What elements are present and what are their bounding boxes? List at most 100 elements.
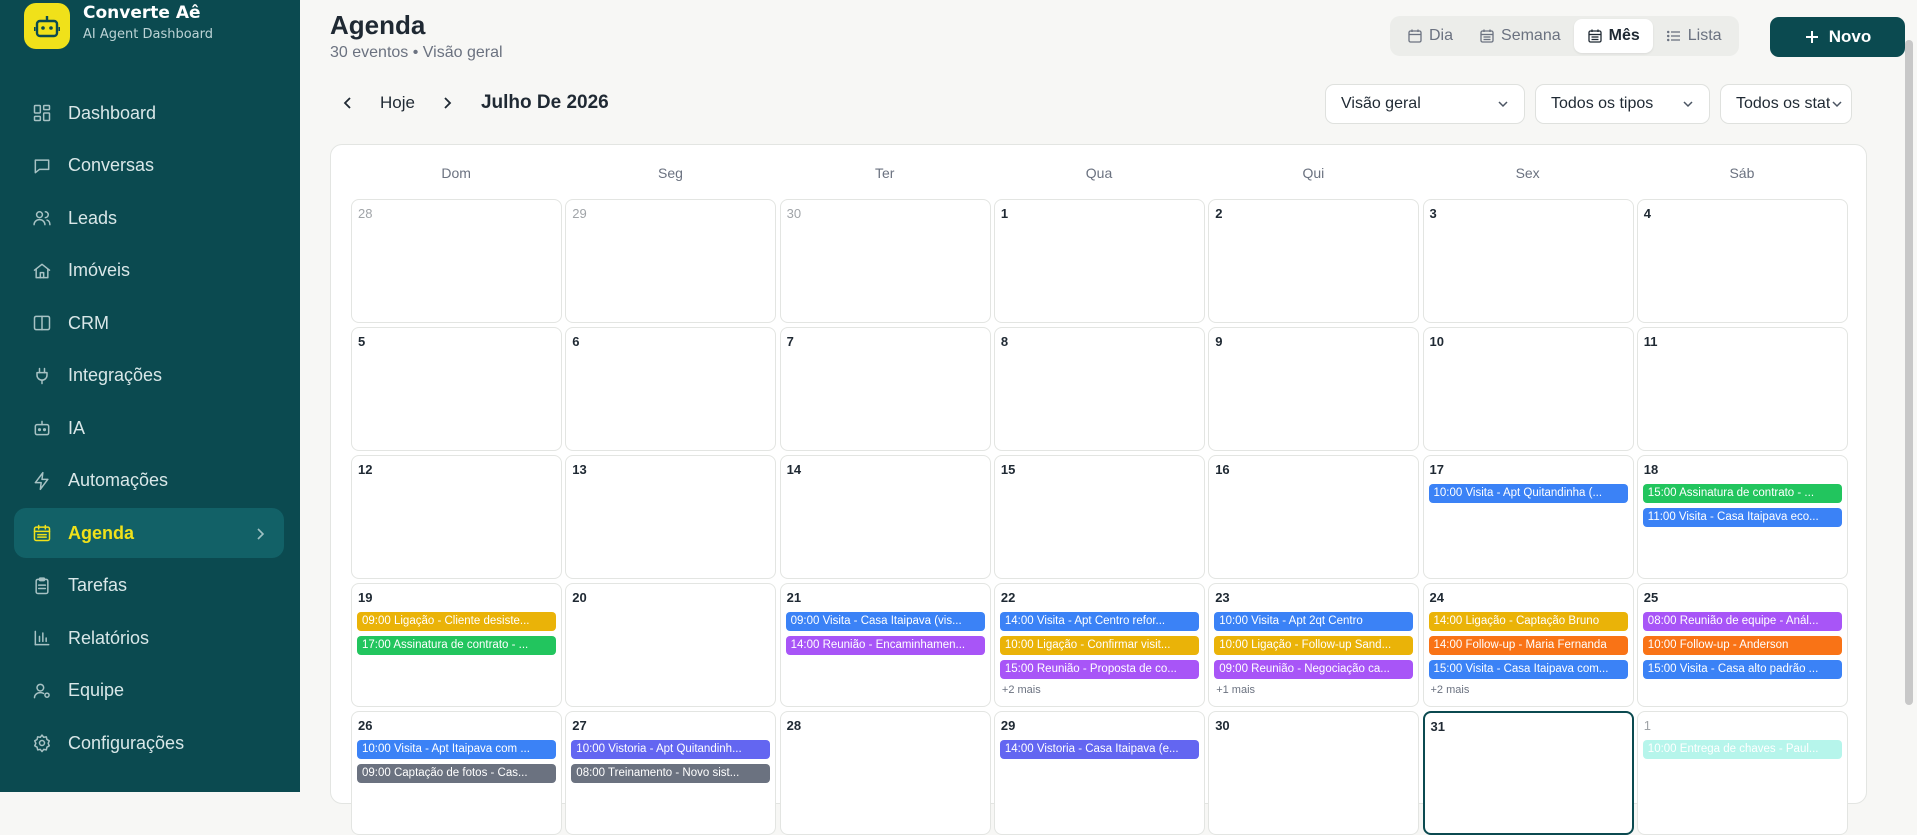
more-events-link[interactable]: +1 mais (1216, 684, 1255, 696)
calendar-event[interactable]: 11:00 Visita - Casa Itaipava eco... (1642, 508, 1842, 527)
day-cell[interactable]: 24 14:00 Ligação - Captação Bruno 14:00 Fo… (1422, 583, 1634, 707)
day-cell[interactable]: 7 (779, 327, 991, 451)
day-cell[interactable]: 31 (1422, 711, 1634, 835)
view-filter-select[interactable]: Visão geral (1325, 84, 1525, 124)
calendar-event[interactable]: 15:00 Assinatura de contrato - ... (1642, 484, 1842, 503)
type-filter-select[interactable]: Todos os tipos (1535, 84, 1710, 124)
calendar-event[interactable]: 14:00 Follow-up - Maria Fernanda (1428, 636, 1628, 655)
chevron-down-icon (1832, 101, 1842, 108)
view-mes-button[interactable]: Mês (1573, 19, 1653, 53)
day-cell[interactable]: 21 09:00 Visita - Casa Itaipava (vis... 14… (779, 583, 991, 707)
sidebar-item-conversas[interactable]: Conversas (14, 141, 284, 191)
day-cell[interactable]: 29 (565, 199, 777, 323)
calendar-event[interactable]: 09:00 Captação de fotos - Cas... (357, 764, 556, 783)
sidebar-item-agenda[interactable]: Agenda (14, 508, 284, 558)
weekday-label: Qui (1302, 165, 1325, 181)
filters: Visão geral Todos os tipos Todos os stat (1325, 84, 1862, 124)
sidebar-item-label: Relatórios (68, 627, 150, 648)
sidebar-item-relatorios[interactable]: Relatórios (14, 613, 284, 663)
day-number: 7 (786, 334, 794, 349)
prev-month-button[interactable] (330, 86, 366, 120)
sidebar-item-configuracoes[interactable]: Configurações (14, 718, 284, 768)
sidebar-item-equipe[interactable]: Equipe (14, 666, 284, 716)
calendar-event[interactable]: 10:00 Visita - Apt 2qt Centro (1214, 612, 1414, 631)
day-cell[interactable]: 11 (1636, 327, 1848, 451)
calendar-event[interactable]: 15:00 Reunião - Proposta de co... (999, 660, 1199, 679)
calendar-event[interactable]: 08:00 Reunião de equipe - Anál... (1642, 612, 1842, 631)
day-cell[interactable]: 6 (565, 327, 777, 451)
next-month-button[interactable] (429, 86, 465, 120)
day-cell[interactable]: 2 (1208, 199, 1420, 323)
calendar-week-icon (1480, 29, 1494, 43)
day-cell[interactable]: 26 10:00 Visita - Apt Itaipava com ... 09:… (351, 711, 562, 835)
new-event-button[interactable]: Novo (1770, 17, 1905, 57)
day-cell[interactable]: 25 08:00 Reunião de equipe - Anál... 10:00… (1636, 583, 1848, 707)
view-lista-button[interactable]: Lista (1653, 19, 1735, 53)
calendar-event[interactable]: 10:00 Ligação - Follow-up Sand... (1214, 636, 1414, 655)
page-subtitle: 30 eventos • Visão geral (330, 44, 503, 61)
calendar-event[interactable]: 17:00 Assinatura de contrato - ... (357, 636, 556, 655)
sidebar-item-integracoes[interactable]: Integrações (14, 351, 284, 401)
day-cell[interactable]: 17 10:00 Visita - Apt Quitandinha (... (1422, 455, 1634, 579)
calendar-event[interactable]: 10:00 Entrega de chaves - Paul... (1642, 740, 1842, 759)
sidebar-item-tarefas[interactable]: Tarefas (14, 561, 284, 611)
sidebar-item-imoveis[interactable]: Imóveis (14, 246, 284, 296)
day-cell[interactable]: 27 10:00 Vistoria - Apt Quitandinh... 08:0… (565, 711, 777, 835)
day-cell[interactable]: 30 (779, 199, 991, 323)
calendar-event[interactable]: 10:00 Follow-up - Anderson (1642, 636, 1842, 655)
day-cell[interactable]: 1 (993, 199, 1205, 323)
day-cell[interactable]: 13 (565, 455, 777, 579)
sidebar-item-ia[interactable]: IA (14, 403, 284, 453)
day-number: 13 (572, 462, 587, 477)
calendar-event[interactable]: 10:00 Visita - Apt Itaipava com ... (357, 740, 556, 759)
day-cell[interactable]: 28 (351, 199, 562, 323)
day-cell[interactable]: 30 (1208, 711, 1420, 835)
calendar-event[interactable]: 09:00 Visita - Casa Itaipava (vis... (785, 612, 985, 631)
status-filter-select[interactable]: Todos os stat (1720, 84, 1852, 124)
day-cell[interactable]: 16 (1208, 455, 1420, 579)
day-cell[interactable]: 18 15:00 Assinatura de contrato - ... 11:0… (1636, 455, 1848, 579)
day-cell[interactable]: 3 (1422, 199, 1634, 323)
calendar-event[interactable]: 10:00 Ligação - Confirmar visit... (999, 636, 1199, 655)
day-cell[interactable]: 10 (1422, 327, 1634, 451)
day-cell[interactable]: 5 (351, 327, 562, 451)
view-label: Lista (1687, 27, 1722, 44)
sidebar-item-leads[interactable]: Leads (14, 193, 284, 243)
day-cell[interactable]: 8 (993, 327, 1205, 451)
calendar-event[interactable]: 10:00 Vistoria - Apt Quitandinh... (571, 740, 771, 759)
calendar-event[interactable]: 14:00 Ligação - Captação Bruno (1428, 612, 1628, 631)
sidebar-item-label: Equipe (68, 680, 125, 700)
more-events-link[interactable]: +2 mais (1002, 684, 1041, 696)
day-cell[interactable]: 29 14:00 Vistoria - Casa Itaipava (e... (993, 711, 1205, 835)
calendar-event[interactable]: 08:00 Treinamento - Novo sist... (571, 764, 771, 783)
view-dia-button[interactable]: Dia (1394, 19, 1466, 53)
sidebar-item-crm[interactable]: CRM (14, 298, 284, 348)
today-button[interactable]: Hoje (366, 93, 429, 113)
day-number: 9 (1215, 334, 1223, 349)
day-cell[interactable]: 4 (1636, 199, 1848, 323)
calendar-event[interactable]: 15:00 Visita - Casa alto padrão ... (1642, 660, 1842, 679)
day-cell[interactable]: 28 (779, 711, 991, 835)
sidebar-item-dashboard[interactable]: Dashboard (14, 88, 284, 138)
view-semana-button[interactable]: Semana (1466, 19, 1574, 53)
day-cell[interactable]: 19 09:00 Ligação - Cliente desiste... 17:0… (351, 583, 562, 707)
day-cell[interactable]: 1 10:00 Entrega de chaves - Paul... (1636, 711, 1848, 835)
calendar-event[interactable]: 14:00 Visita - Apt Centro refor... (999, 612, 1199, 631)
calendar-event[interactable]: 09:00 Ligação - Cliente desiste... (357, 612, 556, 631)
calendar-event[interactable]: 14:00 Vistoria - Casa Itaipava (e... (999, 740, 1199, 759)
day-cell[interactable]: 15 (993, 455, 1205, 579)
day-cell[interactable]: 12 (351, 455, 562, 579)
day-cell[interactable]: 22 14:00 Visita - Apt Centro refor... 10:0… (993, 583, 1205, 707)
day-number: 30 (786, 206, 802, 221)
calendar-event[interactable]: 10:00 Visita - Apt Quitandinha (... (1428, 484, 1628, 503)
page-scrollbar[interactable] (1905, 40, 1913, 705)
day-cell[interactable]: 23 10:00 Visita - Apt 2qt Centro 10:00 Lig… (1208, 583, 1420, 707)
sidebar-item-automacoes[interactable]: Automações (14, 456, 284, 506)
day-cell[interactable]: 9 (1208, 327, 1420, 451)
calendar-event[interactable]: 14:00 Reunião - Encaminhamen... (785, 636, 985, 655)
day-cell[interactable]: 20 (565, 583, 777, 707)
more-events-link[interactable]: +2 mais (1431, 684, 1470, 696)
calendar-event[interactable]: 15:00 Visita - Casa Itaipava com... (1428, 660, 1628, 679)
day-cell[interactable]: 14 (779, 455, 991, 579)
calendar-event[interactable]: 09:00 Reunião - Negociação ca... (1214, 660, 1414, 679)
